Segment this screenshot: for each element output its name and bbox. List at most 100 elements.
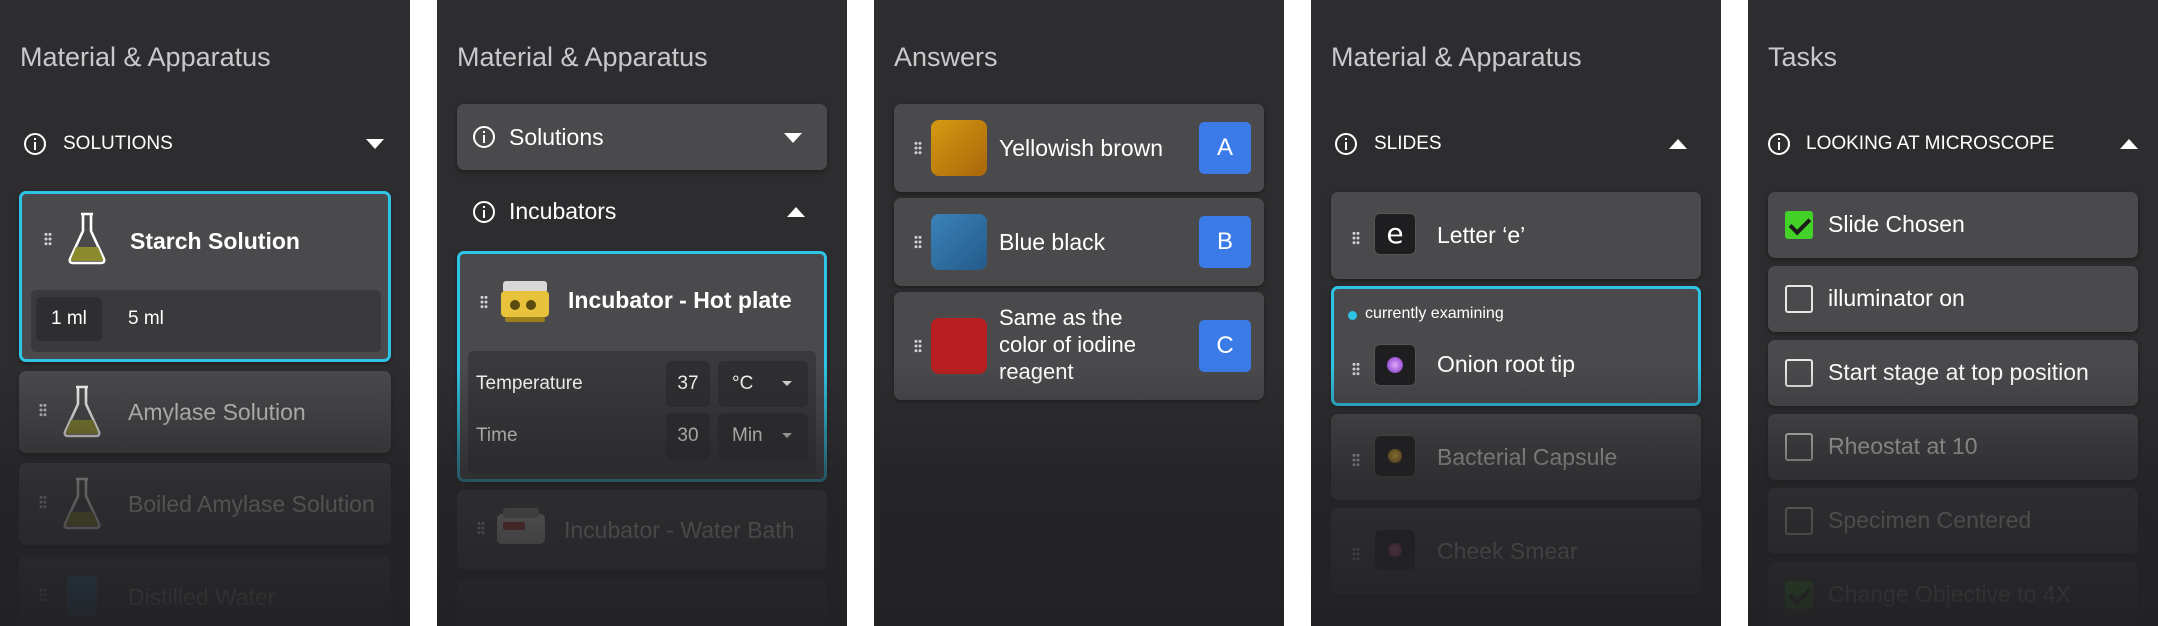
time-unit-value: Min [732, 425, 763, 446]
info-icon[interactable] [473, 126, 495, 148]
list-item[interactable] [457, 580, 827, 626]
panel-materials-solutions: Material & Apparatus SOLUTIONS Starch So… [0, 0, 410, 626]
temperature-unit-value: °C [732, 373, 754, 394]
answer-option-b[interactable]: Blue black B [894, 198, 1264, 286]
checkbox-icon[interactable] [1785, 359, 1813, 387]
color-swatch-yellowish-brown [931, 120, 987, 176]
section-header-solutions[interactable]: Solutions [457, 104, 827, 170]
answer-text-line: Same as the [999, 305, 1123, 330]
item-label: Incubator - Water Bath [564, 517, 795, 543]
list-item-incubator-hot-plate[interactable]: Incubator - Hot plate Temperature 37 °C … [457, 251, 827, 482]
list-item-onion-root-tip[interactable]: currently examining Onion root tip [1331, 286, 1701, 406]
hot-plate-icon [501, 281, 549, 322]
temperature-unit-select[interactable]: °C [718, 361, 808, 407]
list-item-cheek-smear[interactable]: Cheek Smear [1331, 508, 1701, 594]
info-icon[interactable] [1335, 133, 1357, 155]
list-item-incubator-water-bath[interactable]: Incubator - Water Bath [457, 490, 827, 570]
drag-handle-icon[interactable] [1352, 453, 1360, 467]
item-label: Amylase Solution [128, 399, 306, 425]
temperature-label: Temperature [476, 373, 583, 394]
task-rheostat-10[interactable]: Rheostat at 10 [1768, 414, 2138, 480]
list-item-starch-solution[interactable]: Starch Solution 1 ml 5 ml [19, 191, 391, 362]
temperature-value-input[interactable]: 37 [666, 361, 710, 407]
list-item-bacterial-capsule[interactable]: Bacterial Capsule [1331, 414, 1701, 500]
drag-handle-icon[interactable] [39, 403, 47, 417]
answer-text-line: reagent [999, 359, 1074, 384]
bacteria-slide-icon [1375, 436, 1415, 476]
answer-option-c[interactable]: Same as the color of iodine reagent C [894, 292, 1264, 400]
panel-tasks: Tasks LOOKING AT MICROSCOPE Slide Chosen… [1748, 0, 2158, 626]
chevron-up-icon[interactable] [2120, 139, 2138, 149]
panel-title: Material & Apparatus [457, 42, 708, 72]
drag-handle-icon[interactable] [1352, 362, 1360, 376]
volume-option-1ml[interactable]: 1 ml [36, 297, 102, 341]
checkbox-checked-icon[interactable] [1785, 581, 1813, 609]
drag-handle-icon[interactable] [914, 339, 922, 353]
task-label: Slide Chosen [1828, 211, 1965, 237]
answer-letter-c[interactable]: C [1199, 320, 1251, 372]
checkbox-checked-icon[interactable] [1785, 211, 1813, 239]
task-slide-chosen[interactable]: Slide Chosen [1768, 192, 2138, 258]
item-label: Distilled Water [128, 584, 276, 610]
water-bath-icon [497, 508, 545, 544]
answer-option-a[interactable]: Yellowish brown A [894, 104, 1264, 192]
panel-title: Material & Apparatus [1331, 42, 1582, 72]
item-label: Bacterial Capsule [1437, 444, 1618, 470]
cheek-cell-icon [1388, 543, 1402, 557]
time-unit-select[interactable]: Min [718, 413, 808, 459]
volume-option-5ml[interactable]: 5 ml [114, 297, 178, 341]
panel-materials-slides: Material & Apparatus SLIDES e Letter ‘e’… [1311, 0, 1721, 626]
drag-handle-icon[interactable] [1352, 231, 1360, 245]
drag-handle-icon[interactable] [44, 232, 52, 246]
info-icon[interactable] [473, 200, 495, 223]
section-header-looking-at-microscope[interactable]: LOOKING AT MICROSCOPE [1768, 133, 2138, 155]
dropdown-arrow-icon [782, 433, 792, 438]
list-item-boiled-amylase-solution[interactable]: Boiled Amylase Solution [19, 463, 391, 545]
drag-handle-icon[interactable] [477, 521, 485, 535]
info-icon[interactable] [24, 133, 46, 155]
section-header-slides[interactable]: SLIDES [1335, 133, 1687, 155]
section-title: SLIDES [1374, 133, 1442, 154]
section-header-solutions[interactable]: SOLUTIONS [24, 133, 384, 155]
checkbox-icon[interactable] [1785, 507, 1813, 535]
drag-handle-icon[interactable] [914, 235, 922, 249]
onion-slide-icon [1375, 345, 1415, 385]
drag-handle-icon[interactable] [39, 495, 47, 509]
list-item-amylase-solution[interactable]: Amylase Solution [19, 371, 391, 453]
drag-handle-icon[interactable] [1352, 547, 1360, 561]
item-label: Cheek Smear [1437, 538, 1578, 564]
drag-handle-icon[interactable] [39, 588, 47, 602]
list-item-distilled-water[interactable]: Distilled Water [19, 556, 391, 626]
item-label: Incubator - Hot plate [568, 287, 792, 313]
task-start-stage-top[interactable]: Start stage at top position [1768, 340, 2138, 406]
chevron-down-icon[interactable] [784, 133, 802, 143]
panel-title: Material & Apparatus [20, 42, 271, 72]
answer-letter-a[interactable]: A [1199, 122, 1251, 174]
item-label: Letter ‘e’ [1437, 222, 1526, 248]
time-value-input[interactable]: 30 [666, 413, 710, 459]
chevron-up-icon[interactable] [1669, 139, 1687, 149]
section-title: LOOKING AT MICROSCOPE [1806, 133, 2055, 154]
checkbox-icon[interactable] [1785, 433, 1813, 461]
drag-handle-icon[interactable] [914, 141, 922, 155]
checkbox-icon[interactable] [1785, 285, 1813, 313]
answer-text: Blue black [999, 229, 1106, 255]
thumb-glyph: e [1386, 217, 1404, 250]
info-icon[interactable] [1768, 133, 1790, 155]
drag-handle-icon[interactable] [480, 295, 488, 309]
task-label: Rheostat at 10 [1828, 433, 1978, 459]
list-item-letter-e[interactable]: e Letter ‘e’ [1331, 192, 1701, 279]
time-label: Time [476, 425, 518, 446]
task-change-objective-4x[interactable]: Change Objective to 4X [1768, 562, 2138, 626]
chevron-down-icon[interactable] [366, 139, 384, 149]
section-header-incubators[interactable]: Incubators [473, 198, 805, 225]
task-label: Change Objective to 4X [1828, 581, 2071, 607]
answer-letter-b[interactable]: B [1199, 216, 1251, 268]
task-specimen-centered[interactable]: Specimen Centered [1768, 488, 2138, 554]
task-label: Start stage at top position [1828, 359, 2089, 385]
task-illuminator-on[interactable]: illuminator on [1768, 266, 2138, 332]
chevron-up-icon[interactable] [787, 206, 805, 217]
onion-cell-icon [1387, 357, 1403, 373]
slide-thumbnail-icon: e [1375, 214, 1415, 254]
incubator-settings: Temperature 37 °C Time 30 Min [468, 351, 816, 474]
